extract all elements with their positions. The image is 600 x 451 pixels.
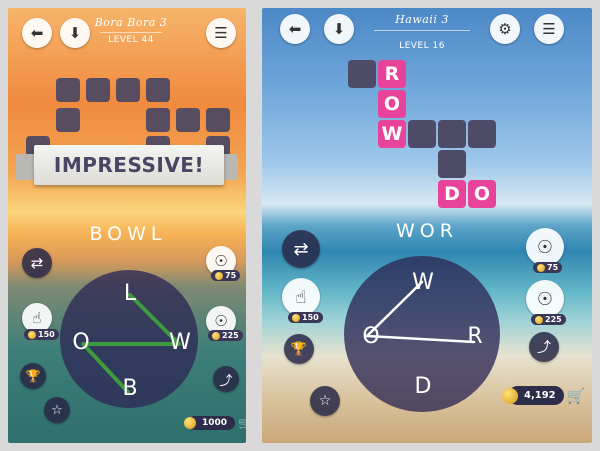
wheel-letter-o[interactable]: O (66, 330, 96, 355)
left-game-screen: ⬅ ⬇ Bora Bora 3 LEVEL 44 ☰ IMPRESSIVE! B… (8, 8, 246, 443)
cart-icon[interactable]: 🛒 (567, 387, 586, 405)
coin-balance[interactable]: 1000 🛒 (176, 416, 246, 430)
wheel-letter-d[interactable]: D (408, 374, 438, 399)
coin-balance[interactable]: 4,192 🛒 (492, 386, 585, 405)
cart-icon[interactable]: 🛒 (238, 416, 246, 430)
wheel-letter-r[interactable]: R (460, 324, 490, 349)
coin-icon (502, 387, 518, 404)
wheel-letter-w[interactable]: W (165, 330, 195, 355)
coin-icon (184, 417, 196, 429)
right-game-screen: ⬅ ⬇ Hawaii 3 LEVEL 16 ⚙ ☰ R O W D O WOR … (262, 8, 592, 443)
wheel-letter-o[interactable]: O (356, 324, 386, 349)
wheel-letter-b[interactable]: B (115, 376, 145, 401)
wheel-letter-l[interactable]: L (115, 281, 145, 306)
wheel-letter-w[interactable]: W (408, 270, 438, 295)
